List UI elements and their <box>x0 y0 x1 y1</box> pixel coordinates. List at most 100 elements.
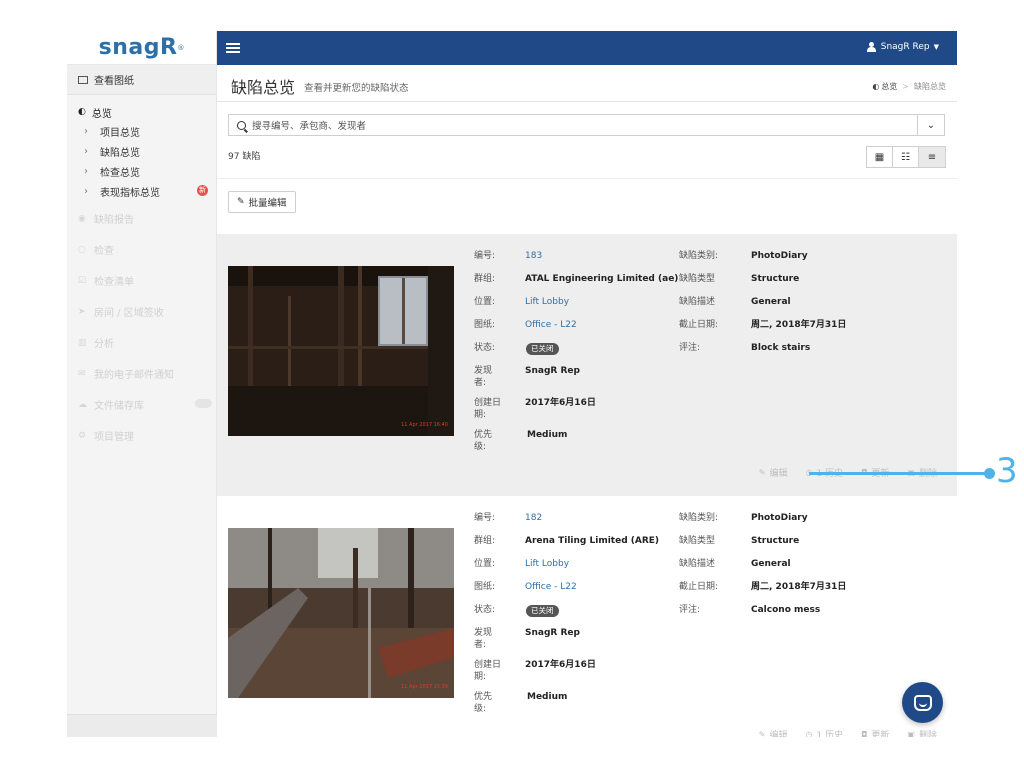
bulk-edit-button[interactable]: ✎ 批量编辑 <box>228 191 296 213</box>
defect-comment: Block stairs <box>751 343 811 353</box>
search-icon: ○ <box>78 244 86 255</box>
defect-photo[interactable]: 11 Apr 2017 15:39 <box>228 528 454 698</box>
chevron-down-icon[interactable]: ⌄ <box>917 115 944 135</box>
defect-drawing-link[interactable]: Office - L22 <box>525 319 577 331</box>
pin-icon: ◉ <box>78 213 86 224</box>
new-badge: 新 <box>197 185 208 196</box>
bar-chart-icon: ▥ <box>78 337 87 348</box>
grid-view-button[interactable]: ▦ <box>867 147 893 167</box>
user-menu[interactable]: SnagR Rep ▼ <box>866 42 939 52</box>
defect-id-link[interactable]: 183 <box>525 250 542 262</box>
list-view-button[interactable]: ☷ <box>893 147 919 167</box>
breadcrumb-current: 缺陷总览 <box>914 82 946 91</box>
snagr-logo[interactable]: snagR ® <box>67 31 216 65</box>
label-category: 缺陷类别: <box>679 251 719 261</box>
app-window: snagR ® 查看图纸 ◐ 总览 › 项目总览 › 缺陷总览 › 检查总览 ›… <box>67 31 957 737</box>
sidebar-item-view-drawings[interactable]: 查看图纸 <box>67 65 216 95</box>
breadcrumb-overview[interactable]: 总览 <box>881 81 897 92</box>
gears-icon: ⚙ <box>78 430 87 441</box>
history-button[interactable]: ◷1 历史 <box>806 728 844 737</box>
sidebar-item-analysis[interactable]: ▥ 分析 <box>67 327 216 358</box>
chat-button[interactable] <box>902 682 943 723</box>
label-description: 缺陷描述 <box>679 559 716 569</box>
toggle-pill <box>195 399 212 408</box>
defect-card[interactable]: 11 Apr 2017 16:40 编号: 183 群组: ATAL Engin… <box>217 234 957 496</box>
detail-view-button[interactable]: ≡ <box>919 147 945 167</box>
label-due: 截止日期: <box>679 320 719 330</box>
label-comment: 评注: <box>679 343 701 353</box>
sidebar-item-defect-overview[interactable]: › 缺陷总览 <box>67 141 216 161</box>
defect-id-link[interactable]: 182 <box>525 512 542 524</box>
search-bar[interactable]: 搜寻编号、承包商、发现者 ⌄ <box>228 114 945 136</box>
sidebar-item-inspection-overview[interactable]: › 检查总览 <box>67 161 216 181</box>
edit-button[interactable]: ✎ 编辑 <box>759 466 788 479</box>
delete-button[interactable]: ▣删除 <box>907 728 937 737</box>
toolbar-divider <box>217 178 957 179</box>
label-location: 位置: <box>474 559 496 569</box>
sidebar-item-checklist[interactable]: ☑ 检查清单 <box>67 265 216 296</box>
chevron-right-icon: › <box>84 145 88 157</box>
defect-due-date: 周二, 2018年7月31日 <box>751 582 847 592</box>
defect-priority: Medium <box>527 692 568 702</box>
view-toggle-group: ▦ ☷ ≡ <box>866 146 946 168</box>
breadcrumb: ◐ 总览 > 缺陷总览 <box>872 81 946 92</box>
sidebar-item-label: 总览 <box>91 108 112 120</box>
defect-type: Structure <box>751 274 800 284</box>
defect-photo[interactable]: 11 Apr 2017 16:40 <box>228 266 454 436</box>
sidebar-item-room-signoff[interactable]: ➤ 房间 / 区域签收 <box>67 296 216 327</box>
sidebar-item-defect-report[interactable]: ◉ 缺陷报告 <box>67 203 216 234</box>
chat-bubble-icon <box>913 694 932 711</box>
pencil-icon: ✎ <box>237 197 245 207</box>
defect-category: PhotoDiary <box>751 251 808 261</box>
sidebar-item-file-repository[interactable]: ☁ 文件储存库 <box>67 389 216 420</box>
sidebar-item-inspection[interactable]: ○ 检查 <box>67 234 216 265</box>
defect-card[interactable]: 11 Apr 2017 15:39 编号: 182 群组: Arena Tili… <box>217 496 957 737</box>
defect-created: 2017年6月16日 <box>525 660 596 670</box>
sidebar-item-label: 表现指标总览 <box>100 187 160 199</box>
pencil-icon: ✎ <box>758 730 766 737</box>
label-category: 缺陷类别: <box>679 513 719 523</box>
defect-photo-image <box>228 528 454 698</box>
sidebar-item-overview[interactable]: ◐ 总览 <box>67 103 216 121</box>
header-divider <box>217 101 957 102</box>
sidebar-item-project-management[interactable]: ⚙ 项目管理 <box>67 420 216 451</box>
sidebar-item-label: 项目管理 <box>94 432 134 443</box>
trash-icon: ▣ <box>907 730 915 737</box>
defect-location-link[interactable]: Lift Lobby <box>525 296 569 308</box>
breadcrumb-separator: > <box>902 82 909 91</box>
sidebar-item-project-overview[interactable]: › 项目总览 <box>67 121 216 141</box>
search-input[interactable]: 搜寻编号、承包商、发现者 <box>252 118 917 132</box>
sidebar-item-kpi-overview[interactable]: › 表现指标总览 新 <box>67 181 216 201</box>
defect-created: 2017年6月16日 <box>525 398 596 408</box>
label-priority: 优先级: <box>474 430 493 452</box>
dashboard-icon: ◐ <box>78 107 86 117</box>
label-due: 截止日期: <box>679 582 719 592</box>
chevron-right-icon: › <box>84 185 88 197</box>
defect-drawing-link[interactable]: Office - L22 <box>525 581 577 593</box>
callout-number: 3 <box>996 451 1018 491</box>
defect-comment: Calcono mess <box>751 605 821 615</box>
update-button[interactable]: ◘更新 <box>861 728 889 737</box>
hamburger-menu-icon[interactable] <box>226 43 240 53</box>
sidebar-item-label: 检查清单 <box>94 277 134 288</box>
defect-category: PhotoDiary <box>751 513 808 523</box>
label-id: 编号: <box>474 513 496 523</box>
status-badge: 已关闭 <box>526 605 559 617</box>
send-icon: ➤ <box>78 306 86 317</box>
status-badge: 已关闭 <box>526 343 559 355</box>
label-type: 缺陷类型 <box>679 274 716 284</box>
defect-location-link[interactable]: Lift Lobby <box>525 558 569 570</box>
defect-type: Structure <box>751 536 800 546</box>
sidebar-item-email-notifications[interactable]: ✉ 我的电子邮件通知 <box>67 358 216 389</box>
label-description: 缺陷描述 <box>679 297 716 307</box>
label-group: 群组: <box>474 274 496 284</box>
bulk-edit-label: 批量编辑 <box>248 198 287 209</box>
sidebar-item-label: 分析 <box>94 339 114 350</box>
edit-button[interactable]: ✎ 编辑 <box>759 728 788 737</box>
callout-dot <box>984 468 995 479</box>
checklist-icon: ☑ <box>78 275 87 286</box>
callout-line <box>809 472 989 475</box>
label-comment: 评注: <box>679 605 701 615</box>
main-content: 缺陷总览 查看并更新您的缺陷状态 ◐ 总览 > 缺陷总览 搜寻编号、承包商、发现… <box>217 65 957 737</box>
sidebar-item-label: 检查 <box>94 246 114 257</box>
